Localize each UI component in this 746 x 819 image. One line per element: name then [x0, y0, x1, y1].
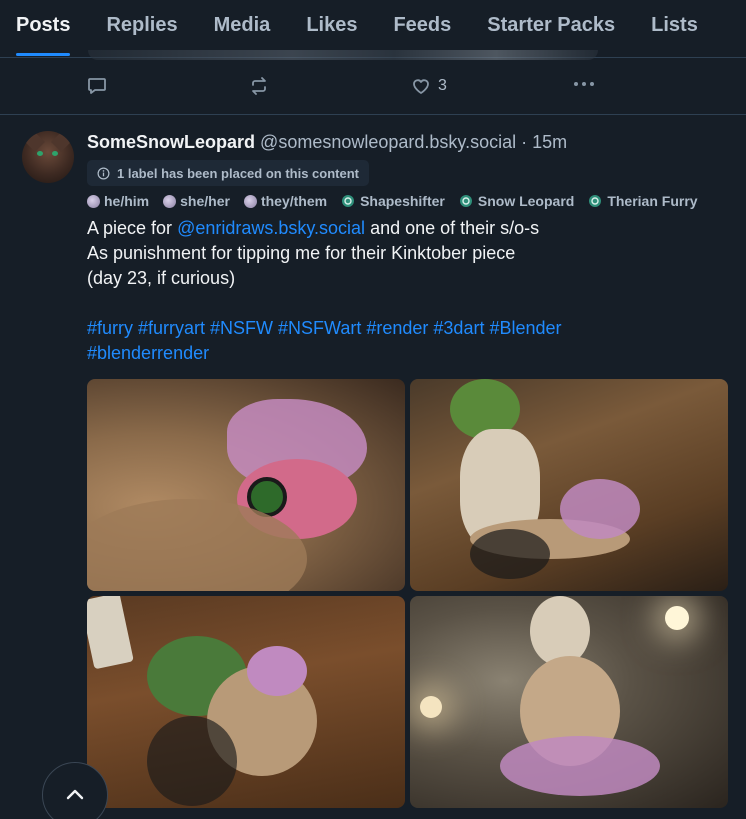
tab-label: Posts — [16, 14, 71, 36]
post-text-line: (day 23, if curious) — [87, 268, 236, 288]
previous-post-actions: 3 — [0, 60, 746, 115]
profile-labels: he/him she/her they/them Shapeshifter Sn… — [87, 193, 712, 209]
content-label-notice[interactable]: 1 label has been placed on this content — [87, 160, 369, 186]
post-image[interactable] — [87, 596, 405, 808]
reply-button[interactable] — [87, 76, 107, 96]
post-image[interactable] — [410, 596, 728, 808]
post-text-line: As punishment for tipping me for their K… — [87, 243, 516, 263]
mention-link[interactable]: @enridraws.bsky.social — [177, 218, 365, 238]
hashtags[interactable]: #blenderrender — [87, 341, 562, 366]
label-avatar-icon — [243, 194, 257, 208]
hashtags[interactable]: #furry #furryart #NSFW #NSFWart #render … — [87, 316, 562, 341]
more-icon — [574, 82, 594, 86]
image-detail — [530, 596, 590, 666]
repost-button[interactable] — [249, 76, 269, 96]
label-text: they/them — [260, 193, 328, 209]
post-image-grid — [87, 379, 728, 809]
label-notice-text: 1 label has been placed on this content — [117, 165, 359, 181]
post-image[interactable] — [87, 379, 405, 591]
post-text-segment: A piece for — [87, 218, 178, 238]
image-detail — [560, 479, 640, 539]
label-text: he/him — [104, 193, 150, 209]
chevron-up-icon — [66, 789, 84, 800]
label-text: Therian Furry — [607, 193, 698, 209]
tab-label: Lists — [651, 14, 698, 36]
post-text: A piece for @enridraws.bsky.social and o… — [87, 216, 562, 366]
label-text: Shapeshifter — [360, 193, 445, 209]
tab-label: Feeds — [393, 14, 452, 36]
post-text-line: A piece for @enridraws.bsky.social and o… — [87, 216, 562, 241]
labeler-badge-icon — [459, 195, 472, 207]
previous-post-media-peek — [88, 50, 598, 60]
tab-posts[interactable]: Posts — [16, 0, 71, 58]
info-icon — [97, 167, 110, 179]
image-detail — [247, 646, 307, 696]
labeler-badge-icon — [342, 195, 355, 207]
avatar-eye — [37, 151, 43, 156]
tab-label: Media — [213, 14, 271, 36]
repost-icon — [252, 77, 266, 95]
active-tab-indicator — [16, 53, 71, 56]
avatar-ear — [25, 132, 45, 152]
profile-label-snow-leopard[interactable]: Snow Leopard — [459, 193, 574, 209]
post-text-segment: and one of their s/o-s — [365, 218, 540, 238]
labeler-badge-icon — [589, 195, 602, 207]
scroll-to-top-button[interactable] — [42, 762, 108, 819]
avatar-eye — [52, 151, 58, 156]
tab-label: Starter Packs — [487, 14, 616, 36]
like-icon — [413, 79, 429, 94]
image-detail — [87, 596, 134, 670]
avatar-ear — [51, 132, 71, 152]
post-author: SomeSnowLeopard @somesnowleopard.bsky.so… — [87, 132, 567, 153]
label-text: Snow Leopard — [477, 193, 575, 209]
like-count: 3 — [438, 77, 447, 94]
like-button[interactable]: 3 — [411, 76, 447, 96]
author-name[interactable]: SomeSnowLeopard — [87, 132, 255, 152]
profile-label-therian-furry[interactable]: Therian Furry — [588, 193, 698, 209]
avatar[interactable] — [22, 131, 74, 183]
label-avatar-icon — [87, 194, 100, 208]
tab-lists[interactable]: Lists — [651, 0, 698, 58]
image-detail — [420, 696, 442, 718]
image-detail — [665, 606, 689, 630]
profile-label-shapeshifter[interactable]: Shapeshifter — [341, 193, 445, 209]
more-options-button[interactable] — [572, 74, 596, 94]
post-image[interactable] — [410, 379, 728, 591]
label-avatar-icon — [163, 194, 177, 208]
tab-label: Replies — [106, 14, 178, 36]
author-handle: @somesnowleopard.bsky.social · 15m — [260, 132, 568, 152]
profile-label-they-them[interactable]: they/them — [243, 193, 328, 209]
tab-label: Likes — [306, 14, 358, 36]
image-detail — [500, 736, 660, 796]
image-detail — [147, 716, 237, 806]
profile-label-she-her[interactable]: she/her — [163, 193, 230, 209]
image-detail — [470, 529, 550, 579]
label-text: she/her — [180, 193, 230, 209]
reply-icon — [88, 78, 106, 94]
profile-label-he-him[interactable]: he/him — [87, 193, 149, 209]
